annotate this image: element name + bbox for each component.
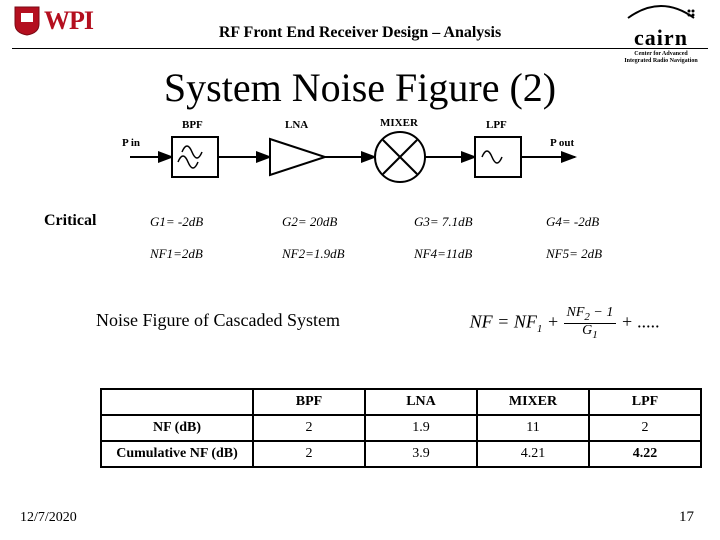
cell: 2 bbox=[589, 415, 701, 441]
cascaded-label: Noise Figure of Cascaded System bbox=[96, 310, 340, 331]
slide-title: System Noise Figure (2) bbox=[0, 64, 720, 111]
cell: 11 bbox=[477, 415, 589, 441]
label-mixer: MIXER bbox=[380, 117, 418, 129]
col-bpf: BPF bbox=[253, 389, 365, 415]
cairn-arc-icon bbox=[616, 2, 706, 20]
nf-row: NF1=2dB NF2=1.9dB NF4=11dB NF5= 2dB bbox=[150, 246, 636, 262]
table-row: NF (dB) 2 1.9 11 2 bbox=[101, 415, 701, 441]
nf-table: BPF LNA MIXER LPF NF (dB) 2 1.9 11 2 Cum… bbox=[100, 388, 702, 468]
footer-page: 17 bbox=[679, 509, 694, 526]
table-row: Cumulative NF (dB) 2 3.9 4.21 4.22 bbox=[101, 441, 701, 467]
nf1: NF1=2dB bbox=[150, 246, 203, 261]
g4: G4= -2dB bbox=[546, 214, 599, 229]
label-bpf: BPF bbox=[182, 119, 203, 131]
row-nf-hdr: NF (dB) bbox=[101, 415, 253, 441]
header-title: RF Front End Receiver Design – Analysis bbox=[0, 24, 720, 42]
label-lna: LNA bbox=[285, 119, 308, 131]
col-lna: LNA bbox=[365, 389, 477, 415]
nf5: NF5= 2dB bbox=[546, 246, 602, 261]
friis-formula: NF = NF1 + NF2 − 1 G1 + ..... bbox=[470, 306, 660, 341]
col-lpf: LPF bbox=[589, 389, 701, 415]
critical-label: Critical bbox=[44, 212, 96, 230]
f-eq: = bbox=[497, 311, 514, 331]
g1: G1= -2dB bbox=[150, 214, 203, 229]
f-nf1: NF bbox=[514, 311, 537, 331]
slide-header: WPI RF Front End Receiver Design – Analy… bbox=[0, 0, 720, 58]
col-mixer: MIXER bbox=[477, 389, 589, 415]
nf2: NF2=1.9dB bbox=[282, 246, 345, 261]
cell: 4.22 bbox=[589, 441, 701, 467]
cell: 1.9 bbox=[365, 415, 477, 441]
f-plus: + bbox=[547, 311, 564, 331]
cairn-sub1: Center for Advanced bbox=[616, 51, 706, 58]
slide: WPI RF Front End Receiver Design – Analy… bbox=[0, 0, 720, 540]
cell: 2 bbox=[253, 415, 365, 441]
nf4: NF4=11dB bbox=[414, 246, 472, 261]
g2: G2= 20dB bbox=[282, 214, 337, 229]
label-pout: P out bbox=[550, 137, 574, 149]
row-cum-hdr: Cumulative NF (dB) bbox=[101, 441, 253, 467]
label-lpf: LPF bbox=[486, 119, 507, 131]
cairn-logo: cairn Center for Advanced Integrated Rad… bbox=[616, 2, 706, 64]
gain-row: G1= -2dB G2= 20dB G3= 7.1dB G4= -2dB bbox=[150, 214, 636, 230]
f-nf: NF bbox=[470, 311, 493, 331]
header-rule bbox=[12, 48, 708, 49]
g3: G3= 7.1dB bbox=[414, 214, 473, 229]
f-dots: + ..... bbox=[621, 311, 660, 331]
footer-date: 12/7/2020 bbox=[20, 510, 77, 526]
cairn-sub2: Integrated Radio Navigation bbox=[616, 58, 706, 65]
cell: 2 bbox=[253, 441, 365, 467]
f-frac: NF2 − 1 G1 bbox=[564, 306, 617, 341]
rf-chain-diagram: P in BPF LNA MIXER LPF P out bbox=[120, 117, 600, 187]
cell: 3.9 bbox=[365, 441, 477, 467]
table-row: BPF LNA MIXER LPF bbox=[101, 389, 701, 415]
label-pin: P in bbox=[122, 137, 140, 149]
cell: 4.21 bbox=[477, 441, 589, 467]
